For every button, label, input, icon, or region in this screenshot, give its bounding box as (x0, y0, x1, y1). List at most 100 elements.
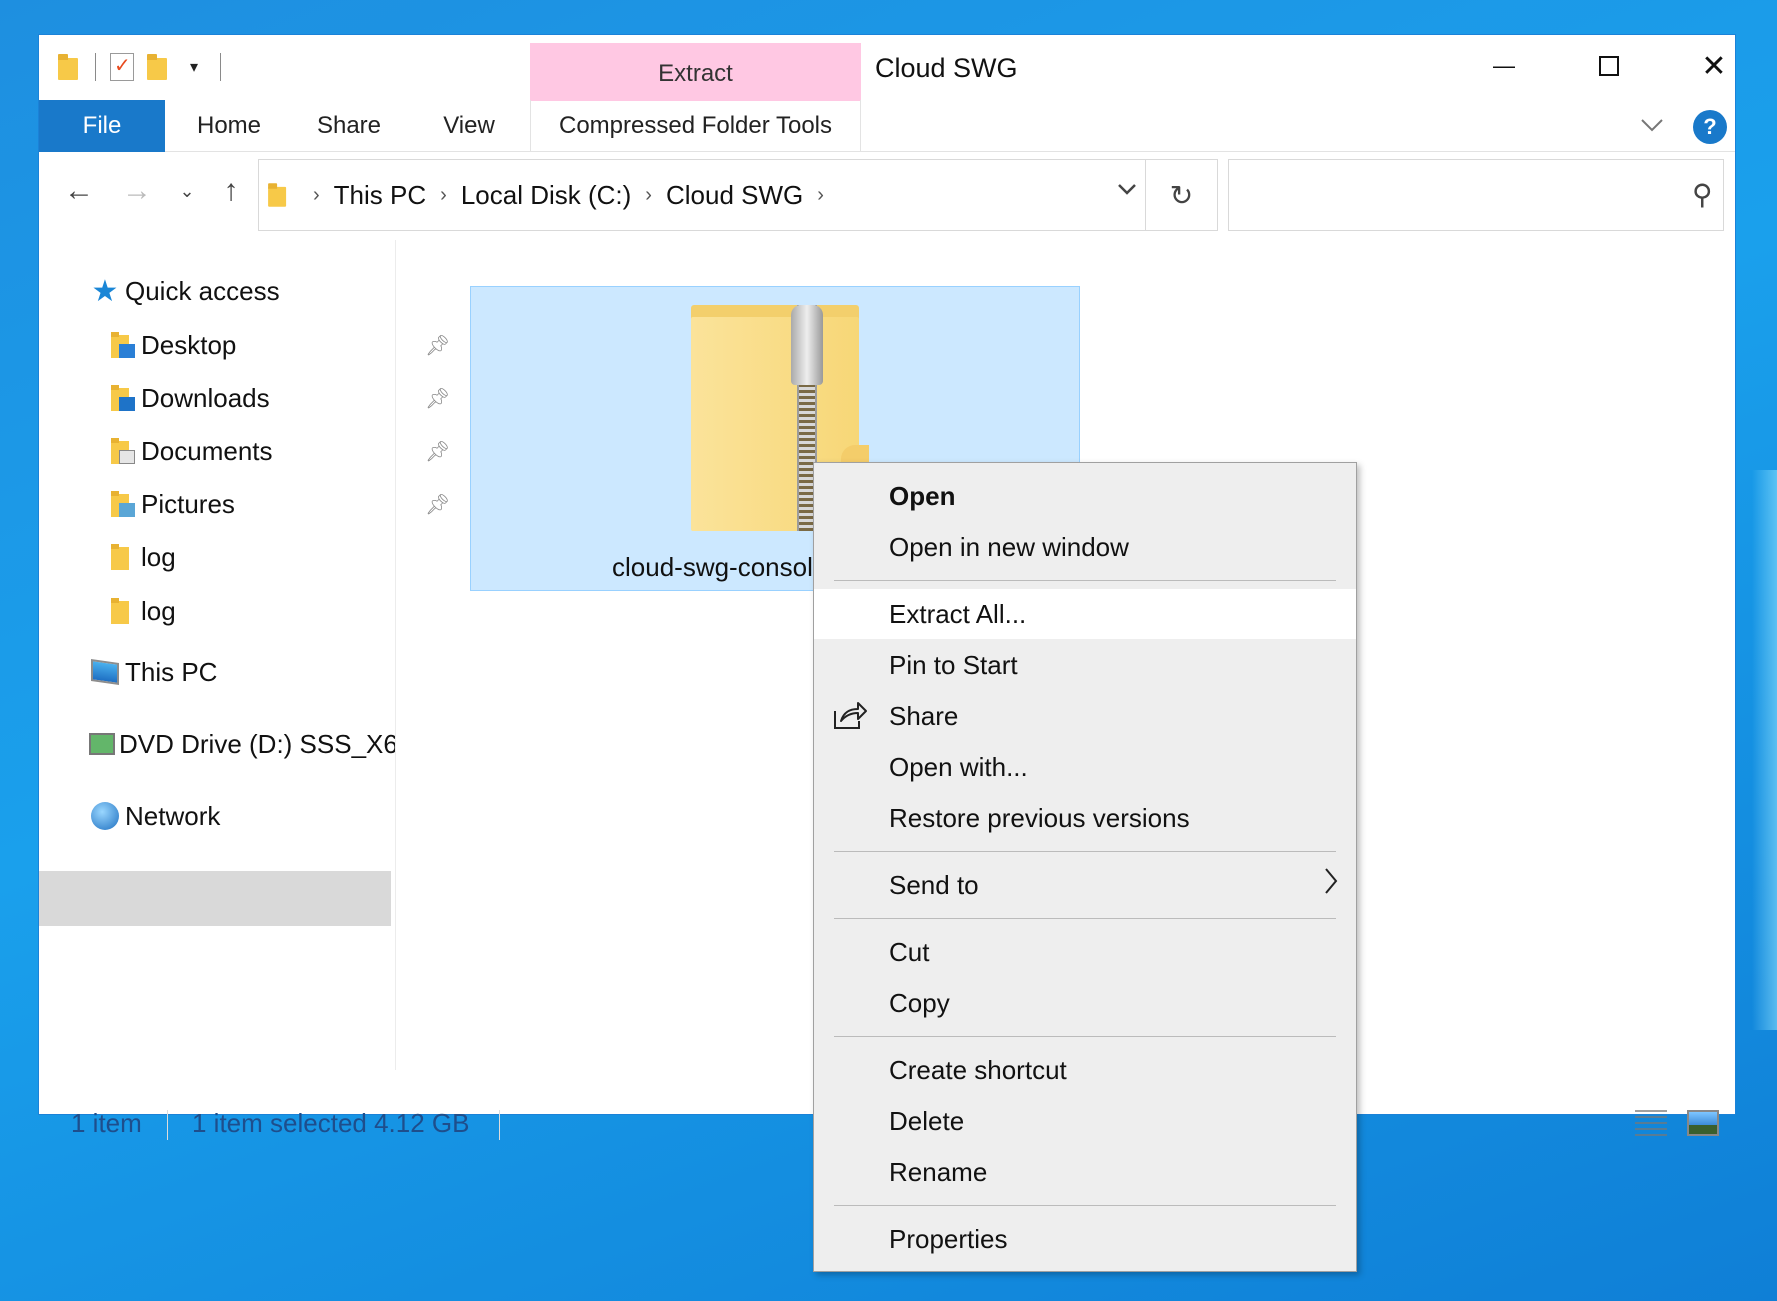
nav-item-quick-access[interactable]: ★ Quick access (89, 265, 280, 317)
menu-item-cut[interactable]: Cut (814, 927, 1356, 977)
menu-item-open[interactable]: Open (814, 471, 1356, 521)
star-icon: ★ (91, 274, 119, 308)
pin-icon[interactable]: 📌︎ (425, 439, 450, 464)
customize-toolbar-dropdown-icon[interactable]: ▾ (176, 49, 212, 85)
maximize-button[interactable] (1559, 41, 1659, 91)
nav-item-label: Pictures (141, 488, 235, 519)
back-arrow-icon[interactable]: ← (59, 171, 99, 211)
menu-item-share[interactable]: Share (814, 691, 1356, 741)
search-icon[interactable]: ⚲ (1692, 178, 1713, 211)
nav-item-dvd-drive[interactable]: DVD Drive (D:) SSS_X6 (89, 718, 395, 770)
menu-item-restore-previous-versions[interactable]: Restore previous versions (814, 793, 1356, 843)
menu-item-open-new-window[interactable]: Open in new window (814, 522, 1356, 572)
properties-check-icon[interactable] (104, 49, 140, 85)
status-divider (167, 1110, 168, 1140)
nav-item-label: This PC (125, 656, 218, 687)
nav-item-log[interactable]: log (105, 531, 176, 583)
search-input[interactable] (1239, 160, 1679, 228)
details-view-icon[interactable] (1635, 1110, 1667, 1136)
address-dropdown-chevron-icon[interactable] (1117, 178, 1137, 201)
nav-item-network[interactable]: Network (89, 790, 220, 842)
breadcrumb-cloud-swg[interactable]: Cloud SWG (666, 180, 803, 211)
refresh-icon[interactable]: ↻ (1146, 159, 1218, 231)
large-icons-view-icon[interactable] (1687, 1110, 1719, 1136)
tab-view[interactable]: View (419, 100, 519, 152)
nav-item-pictures[interactable]: Pictures 📌︎ (105, 478, 450, 530)
up-arrow-icon[interactable]: ↑ (211, 171, 251, 211)
pictures-folder-icon (105, 488, 137, 520)
menu-item-pin-to-start[interactable]: Pin to Start (814, 640, 1356, 690)
recent-locations-chevron-icon[interactable]: ⌄ (167, 171, 207, 211)
forward-arrow-icon[interactable]: → (117, 171, 157, 211)
menu-item-properties[interactable]: Properties (814, 1214, 1356, 1264)
toolbar-divider (220, 53, 221, 81)
nav-item-label: Downloads (141, 382, 270, 413)
pane-divider[interactable] (395, 240, 396, 1070)
menu-item-label: Send to (889, 870, 979, 900)
menu-item-copy[interactable]: Copy (814, 978, 1356, 1028)
quick-access-toolbar: ▾ (51, 47, 229, 87)
menu-item-delete[interactable]: Delete (814, 1096, 1356, 1146)
nav-item-label: Desktop (141, 329, 237, 360)
menu-separator (834, 1205, 1336, 1206)
status-divider (499, 1110, 500, 1140)
downloads-folder-icon (105, 382, 137, 414)
menu-separator (834, 918, 1336, 919)
help-icon[interactable]: ? (1693, 110, 1727, 144)
menu-item-send-to[interactable]: Send to (814, 860, 1356, 910)
menu-separator (834, 1036, 1336, 1037)
navigation-pane: ★ Quick access Desktop 📌︎ Downloads 📌︎ D… (39, 235, 450, 1035)
menu-item-create-shortcut[interactable]: Create shortcut (814, 1045, 1356, 1095)
nav-item-desktop[interactable]: Desktop 📌︎ (105, 319, 450, 371)
pin-icon[interactable]: 📌︎ (425, 386, 450, 411)
toolbar-divider (95, 53, 96, 81)
submenu-chevron-icon (1324, 860, 1338, 908)
nav-item-downloads[interactable]: Downloads 📌︎ (105, 372, 450, 424)
folder-icon[interactable] (51, 49, 87, 85)
title-bar: ▾ Extract Cloud SWG — ✕ (39, 35, 1735, 101)
nav-item-label: DVD Drive (D:) SSS_X6 (119, 728, 395, 759)
close-icon: ✕ (1701, 49, 1727, 83)
nav-item-log[interactable]: log (105, 585, 176, 637)
breadcrumb-chevron-icon[interactable]: › (645, 184, 652, 207)
menu-item-label: Share (889, 701, 959, 731)
menu-item-open-with[interactable]: Open with... (814, 742, 1356, 792)
tab-file[interactable]: File (39, 100, 165, 152)
minimize-button[interactable]: — (1454, 41, 1554, 91)
nav-item-this-pc[interactable]: This PC (89, 646, 217, 698)
search-box[interactable]: ⚲ (1228, 159, 1724, 231)
breadcrumb-chevron-icon[interactable]: › (440, 184, 447, 207)
tab-home[interactable]: Home (179, 100, 279, 152)
breadcrumb-chevron-icon[interactable]: › (313, 184, 320, 207)
desktop-background-edge (1752, 470, 1777, 1030)
context-menu: Open Open in new window Extract All... P… (813, 462, 1357, 1272)
pin-icon[interactable]: 📌︎ (425, 492, 450, 517)
folder-icon (105, 595, 137, 627)
nav-item-label: Documents (141, 435, 273, 466)
menu-separator (834, 580, 1336, 581)
tab-share[interactable]: Share (299, 100, 399, 152)
folder-icon (105, 541, 137, 573)
menu-item-extract-all[interactable]: Extract All... (814, 589, 1356, 639)
pin-icon[interactable]: 📌︎ (425, 333, 450, 358)
new-folder-icon[interactable] (140, 49, 176, 85)
ribbon-tabs: File Home Share View Compressed Folder T… (39, 100, 1735, 152)
address-bar[interactable]: › This PC › Local Disk (C:) › Cloud SWG … (258, 159, 1146, 231)
nav-item-label: log (141, 595, 176, 626)
expand-ribbon-chevron-icon[interactable] (1637, 110, 1667, 140)
selection-info: 1 item selected 4.12 GB (192, 1108, 470, 1138)
share-icon (832, 699, 868, 733)
breadcrumb-chevron-icon[interactable]: › (817, 184, 824, 207)
maximize-icon (1599, 56, 1619, 76)
nav-item-documents[interactable]: Documents 📌︎ (105, 425, 450, 477)
breadcrumb-this-pc[interactable]: This PC (334, 180, 426, 211)
folder-icon (268, 183, 288, 207)
close-button[interactable]: ✕ (1664, 41, 1764, 91)
menu-item-rename[interactable]: Rename (814, 1147, 1356, 1197)
nav-selection-highlight (39, 871, 391, 926)
tab-compressed-folder-tools[interactable]: Compressed Folder Tools (530, 100, 861, 152)
menu-separator (834, 851, 1336, 852)
documents-folder-icon (105, 435, 137, 467)
nav-item-label: Network (125, 800, 221, 831)
breadcrumb-local-disk[interactable]: Local Disk (C:) (461, 180, 631, 211)
